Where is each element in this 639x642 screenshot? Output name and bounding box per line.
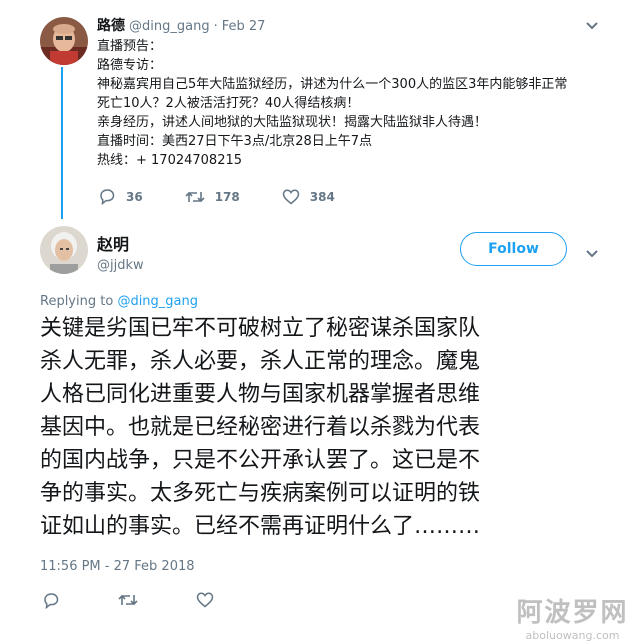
like-button[interactable]	[196, 592, 214, 613]
replying-to: Replying to @ding_gang	[40, 294, 198, 309]
like-button[interactable]: 384	[282, 188, 335, 205]
tweet1-line: 路德专访：	[97, 58, 163, 73]
heart-icon	[282, 189, 300, 204]
tweet-timestamp[interactable]: 11:56 PM - 27 Feb 2018	[40, 559, 195, 574]
tweet2-body: 关键是劣国已牢不可破树立了秘密谋杀国家队 杀人无罪，杀人必要，杀人正常的理念。魔…	[40, 312, 620, 543]
avatar-zhaoming[interactable]	[40, 226, 88, 274]
author-handle[interactable]: @jjdkw	[97, 258, 144, 273]
heart-icon	[196, 592, 214, 608]
thread-line	[61, 67, 63, 219]
watermark-text: 阿波罗网	[516, 598, 629, 628]
reply-button[interactable]	[42, 592, 60, 613]
tweet2-line: 的国内战争，只是不公开承认罢了。这已是不	[40, 448, 481, 473]
tweet2-line: 争的事实。太多死亡与疾病案例可以证明的铁	[40, 481, 481, 506]
chevron-down-icon	[586, 22, 598, 30]
tweet1-more-button[interactable]	[585, 16, 599, 35]
tweet-date[interactable]: Feb 27	[222, 19, 266, 34]
retweet-icon	[185, 191, 205, 202]
like-count: 384	[309, 189, 335, 204]
replying-prefix: Replying to	[40, 294, 114, 309]
watermark: 阿波罗网 aboluowang.com	[510, 592, 635, 642]
tweet1-body: 直播预告： 路德专访： 神秘嘉宾用自己5年大陆监狱经历，讲述为什么一个300人的…	[97, 37, 567, 170]
author-name[interactable]: 赵明	[97, 231, 144, 255]
replying-handle-link[interactable]: @ding_gang	[117, 294, 198, 309]
tweet2-line: 关键是劣国已牢不可破树立了秘密谋杀国家队	[40, 316, 481, 341]
tweet1-line: 热线：+ 17024708215	[97, 153, 243, 168]
reply-icon	[100, 189, 115, 205]
retweet-count: 178	[214, 189, 240, 204]
avatar-luode[interactable]	[40, 17, 88, 65]
reply-count: 36	[126, 189, 143, 204]
tweet2-line: 人格已同化进重要人物与国家机器掌握者思维	[40, 382, 481, 407]
tweet1-line: 神秘嘉宾用自己5年大陆监狱经历，讲述为什么一个300人的监区3年内能够非正常	[97, 77, 568, 92]
retweet-button[interactable]: 178	[185, 188, 240, 205]
separator: ·	[213, 19, 218, 34]
author-handle[interactable]: @ding_gang	[129, 19, 210, 34]
tweet2-line: 基因中。也就是已经秘密进行着以杀戮为代表	[40, 415, 481, 440]
tweet1-line: 死亡10人？2人被活活打死？40人得结核病！	[97, 96, 360, 111]
tweet1-line: 直播时间：美西27日下午3点/北京28日上午7点	[97, 134, 373, 149]
tweet1-line: 亲身经历，讲述人间地狱的大陆监狱现状！揭露大陆监狱非人待遇！	[97, 115, 488, 130]
chevron-down-icon	[586, 250, 598, 258]
tweet1-line: 直播预告：	[97, 39, 163, 54]
tweet2-line: 杀人无罪，杀人必要，杀人正常的理念。魔鬼	[40, 349, 481, 374]
author-name[interactable]: 路德	[97, 15, 125, 35]
watermark-url: aboluowang.com	[525, 629, 620, 642]
follow-button[interactable]: Follow	[460, 232, 567, 266]
reply-button[interactable]: 36	[98, 188, 143, 205]
tweet2-line: 证如山的事实。已经不需再证明什么了………	[40, 514, 481, 539]
reply-icon	[44, 593, 59, 610]
retweet-button[interactable]	[118, 592, 138, 613]
retweet-icon	[118, 594, 138, 606]
tweet2-more-button[interactable]	[585, 244, 599, 263]
